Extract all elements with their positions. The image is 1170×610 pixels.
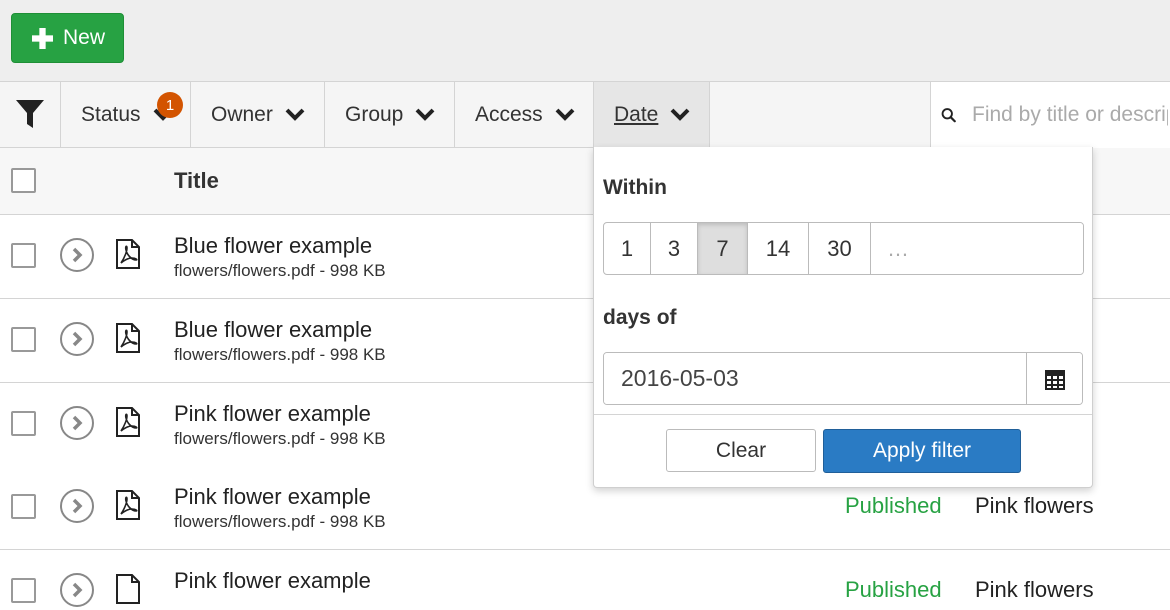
row-title[interactable]: Blue flower example (174, 233, 372, 259)
row-tag[interactable]: Pink flowers (975, 493, 1094, 519)
expand-row-button[interactable] (60, 573, 94, 607)
days-option-1[interactable]: 1 (604, 223, 651, 274)
search-box (930, 82, 1170, 148)
chevron-down-icon (555, 108, 575, 121)
row-subtitle: flowers/flowers.pdf - 998 KB (174, 345, 386, 364)
chevron-right-icon (72, 582, 83, 598)
expand-row-button[interactable] (60, 322, 94, 356)
pdf-file-icon (116, 239, 140, 269)
row-status: Published (845, 493, 942, 518)
chevron-right-icon (72, 331, 83, 347)
within-label: Within (603, 176, 667, 199)
row-status: Published (845, 577, 942, 602)
new-button[interactable]: New (11, 13, 124, 63)
pdf-file-icon (116, 490, 140, 520)
date-filter-label: Date (614, 103, 659, 126)
plus-icon (32, 27, 53, 49)
access-filter-label: Access (475, 103, 543, 126)
status-filter-badge: 1 (157, 92, 183, 118)
chevron-right-icon (72, 247, 83, 263)
chevron-right-icon (72, 415, 83, 431)
row-checkbox[interactable] (11, 494, 36, 519)
date-filter[interactable]: Date (594, 82, 710, 148)
group-filter[interactable]: Group (325, 82, 455, 148)
chevron-down-icon (670, 108, 690, 121)
expand-row-button[interactable] (60, 489, 94, 523)
days-option-7[interactable]: 7 (698, 223, 748, 274)
days-of-label: days of (603, 306, 677, 329)
dropdown-footer: Clear Apply filter (594, 414, 1092, 488)
days-option-14[interactable]: 14 (748, 223, 809, 274)
apply-filter-button[interactable]: Apply filter (823, 429, 1021, 473)
pdf-file-icon (116, 407, 140, 437)
chevron-down-icon (415, 108, 435, 121)
row-checkbox[interactable] (11, 327, 36, 352)
custom-days-input[interactable] (871, 223, 1083, 274)
row-subtitle: flowers/flowers.pdf - 998 KB (174, 429, 386, 448)
days-option-3[interactable]: 3 (651, 223, 698, 274)
date-filter-dropdown: Within 1 3 7 14 30 days of Clear Apply f… (593, 147, 1093, 488)
row-subtitle: flowers/flowers.pdf - 998 KB (174, 512, 386, 531)
row-title[interactable]: Blue flower example (174, 317, 372, 343)
filter-bar: Status 1 Owner Group Access Date (0, 81, 1170, 148)
search-input[interactable] (970, 102, 1170, 128)
top-toolbar: New (0, 0, 1170, 81)
row-subtitle: flowers/flowers.pdf - 998 KB (174, 261, 386, 280)
days-option-30[interactable]: 30 (809, 223, 871, 274)
filter-toggle-button[interactable] (0, 82, 61, 148)
row-title[interactable]: Pink flower example (174, 484, 371, 510)
table-row[interactable]: Pink flower example Published Pink flowe… (0, 550, 1170, 610)
date-field (603, 352, 1083, 405)
select-all-checkbox[interactable] (11, 168, 36, 193)
title-column-header[interactable]: Title (174, 168, 219, 194)
status-filter-label: Status (81, 103, 141, 126)
calendar-button[interactable] (1026, 353, 1082, 404)
expand-row-button[interactable] (60, 406, 94, 440)
pdf-file-icon (116, 574, 140, 604)
search-icon (941, 108, 956, 123)
chevron-down-icon (285, 108, 305, 121)
access-filter[interactable]: Access (455, 82, 594, 148)
new-button-label: New (63, 26, 106, 49)
date-input[interactable] (604, 353, 1026, 404)
owner-filter[interactable]: Owner (191, 82, 325, 148)
row-checkbox[interactable] (11, 578, 36, 603)
clear-button[interactable]: Clear (666, 429, 816, 472)
group-filter-label: Group (345, 103, 404, 126)
chevron-right-icon (72, 498, 83, 514)
row-tag[interactable]: Pink flowers (975, 577, 1094, 603)
row-checkbox[interactable] (11, 411, 36, 436)
expand-row-button[interactable] (60, 238, 94, 272)
row-checkbox[interactable] (11, 243, 36, 268)
row-title[interactable]: Pink flower example (174, 401, 371, 427)
owner-filter-label: Owner (211, 103, 273, 126)
days-segmented-control: 1 3 7 14 30 (603, 222, 1084, 275)
pdf-file-icon (116, 323, 140, 353)
calendar-icon (1044, 369, 1065, 390)
row-title[interactable]: Pink flower example (174, 568, 371, 594)
funnel-icon (16, 100, 44, 128)
